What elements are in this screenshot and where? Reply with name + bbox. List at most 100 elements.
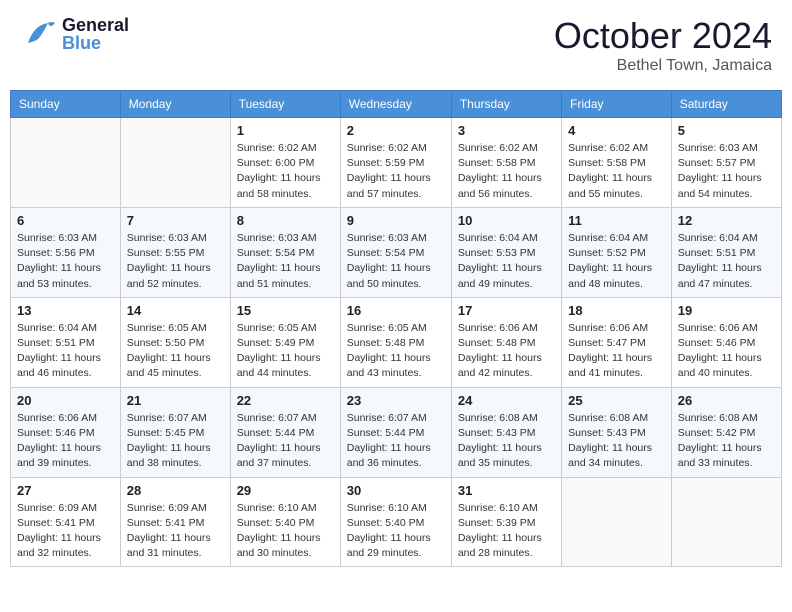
header-cell-saturday: Saturday <box>671 91 781 118</box>
day-info: Sunrise: 6:05 AM Sunset: 5:48 PM Dayligh… <box>347 321 445 382</box>
day-info: Sunrise: 6:02 AM Sunset: 5:58 PM Dayligh… <box>568 141 665 202</box>
calendar-cell: 5Sunrise: 6:03 AM Sunset: 5:57 PM Daylig… <box>671 118 781 208</box>
day-number: 19 <box>678 303 775 318</box>
day-number: 8 <box>237 213 334 228</box>
day-info: Sunrise: 6:02 AM Sunset: 5:58 PM Dayligh… <box>458 141 555 202</box>
calendar-week-2: 6 Sunrise: 6:03 AM Sunset: 5:56 PM Daylig… <box>11 207 782 297</box>
calendar-cell: 3Sunrise: 6:02 AM Sunset: 5:58 PM Daylig… <box>451 118 561 208</box>
calendar-cell: 14 Sunrise: 6:05 AM Sunset: 5:50 PM Dayli… <box>120 297 230 387</box>
calendar-cell: 22 Sunrise: 6:07 AM Sunset: 5:44 PM Dayli… <box>230 387 340 477</box>
calendar-cell: 26 Sunrise: 6:08 AM Sunset: 5:42 PM Dayli… <box>671 387 781 477</box>
calendar-cell <box>11 118 121 208</box>
calendar-cell: 12 Sunrise: 6:04 AM Sunset: 5:51 PM Dayli… <box>671 207 781 297</box>
day-number: 27 <box>17 483 114 498</box>
calendar-cell: 15 Sunrise: 6:05 AM Sunset: 5:49 PM Dayli… <box>230 297 340 387</box>
calendar-cell: 29Sunrise: 6:10 AM Sunset: 5:40 PM Dayli… <box>230 477 340 567</box>
calendar-cell: 10 Sunrise: 6:04 AM Sunset: 5:53 PM Dayli… <box>451 207 561 297</box>
day-number: 4 <box>568 123 665 138</box>
calendar-cell: 30Sunrise: 6:10 AM Sunset: 5:40 PM Dayli… <box>340 477 451 567</box>
day-number: 30 <box>347 483 445 498</box>
calendar-week-3: 13 Sunrise: 6:04 AM Sunset: 5:51 PM Dayli… <box>11 297 782 387</box>
day-info: Sunrise: 6:08 AM Sunset: 5:42 PM Dayligh… <box>678 411 775 472</box>
day-info: Sunrise: 6:06 AM Sunset: 5:46 PM Dayligh… <box>678 321 775 382</box>
day-number: 10 <box>458 213 555 228</box>
day-number: 13 <box>17 303 114 318</box>
calendar-cell: 24Sunrise: 6:08 AM Sunset: 5:43 PM Dayli… <box>451 387 561 477</box>
day-number: 21 <box>127 393 224 408</box>
day-number: 5 <box>678 123 775 138</box>
day-info: Sunrise: 6:03 AM Sunset: 5:55 PM Dayligh… <box>127 231 224 292</box>
calendar-cell: 31 Sunrise: 6:10 AM Sunset: 5:39 PM Dayli… <box>451 477 561 567</box>
calendar-week-5: 27 Sunrise: 6:09 AM Sunset: 5:41 PM Dayli… <box>11 477 782 567</box>
day-info: Sunrise: 6:09 AM Sunset: 5:41 PM Dayligh… <box>17 501 114 562</box>
calendar-cell: 23Sunrise: 6:07 AM Sunset: 5:44 PM Dayli… <box>340 387 451 477</box>
header-row: SundayMondayTuesdayWednesdayThursdayFrid… <box>11 91 782 118</box>
calendar-cell: 11 Sunrise: 6:04 AM Sunset: 5:52 PM Dayli… <box>562 207 672 297</box>
day-number: 24 <box>458 393 555 408</box>
calendar-cell: 4 Sunrise: 6:02 AM Sunset: 5:58 PM Daylig… <box>562 118 672 208</box>
day-info: Sunrise: 6:02 AM Sunset: 6:00 PM Dayligh… <box>237 141 334 202</box>
day-info: Sunrise: 6:05 AM Sunset: 5:50 PM Dayligh… <box>127 321 224 382</box>
day-number: 15 <box>237 303 334 318</box>
header-cell-monday: Monday <box>120 91 230 118</box>
day-info: Sunrise: 6:06 AM Sunset: 5:46 PM Dayligh… <box>17 411 114 472</box>
logo-icon <box>20 15 58 53</box>
calendar-cell <box>120 118 230 208</box>
calendar-cell <box>671 477 781 567</box>
day-info: Sunrise: 6:07 AM Sunset: 5:44 PM Dayligh… <box>237 411 334 472</box>
day-info: Sunrise: 6:03 AM Sunset: 5:54 PM Dayligh… <box>237 231 334 292</box>
day-number: 25 <box>568 393 665 408</box>
day-number: 14 <box>127 303 224 318</box>
calendar-cell: 7 Sunrise: 6:03 AM Sunset: 5:55 PM Daylig… <box>120 207 230 297</box>
day-number: 22 <box>237 393 334 408</box>
day-number: 16 <box>347 303 445 318</box>
day-info: Sunrise: 6:05 AM Sunset: 5:49 PM Dayligh… <box>237 321 334 382</box>
calendar-cell: 17 Sunrise: 6:06 AM Sunset: 5:48 PM Dayli… <box>451 297 561 387</box>
calendar-cell: 18Sunrise: 6:06 AM Sunset: 5:47 PM Dayli… <box>562 297 672 387</box>
day-number: 31 <box>458 483 555 498</box>
calendar-cell: 1 Sunrise: 6:02 AM Sunset: 6:00 PM Daylig… <box>230 118 340 208</box>
calendar-week-4: 20 Sunrise: 6:06 AM Sunset: 5:46 PM Dayli… <box>11 387 782 477</box>
header-cell-thursday: Thursday <box>451 91 561 118</box>
calendar-cell <box>562 477 672 567</box>
calendar-cell: 9Sunrise: 6:03 AM Sunset: 5:54 PM Daylig… <box>340 207 451 297</box>
header-cell-tuesday: Tuesday <box>230 91 340 118</box>
day-info: Sunrise: 6:04 AM Sunset: 5:51 PM Dayligh… <box>17 321 114 382</box>
day-info: Sunrise: 6:06 AM Sunset: 5:47 PM Dayligh… <box>568 321 665 382</box>
day-info: Sunrise: 6:04 AM Sunset: 5:52 PM Dayligh… <box>568 231 665 292</box>
day-number: 28 <box>127 483 224 498</box>
day-info: Sunrise: 6:07 AM Sunset: 5:44 PM Dayligh… <box>347 411 445 472</box>
day-number: 1 <box>237 123 334 138</box>
calendar-cell: 13 Sunrise: 6:04 AM Sunset: 5:51 PM Dayli… <box>11 297 121 387</box>
logo-text: General Blue <box>62 16 129 52</box>
location: Bethel Town, Jamaica <box>554 57 772 75</box>
calendar-cell: 8 Sunrise: 6:03 AM Sunset: 5:54 PM Daylig… <box>230 207 340 297</box>
day-number: 12 <box>678 213 775 228</box>
calendar-cell: 19 Sunrise: 6:06 AM Sunset: 5:46 PM Dayli… <box>671 297 781 387</box>
calendar-cell: 6 Sunrise: 6:03 AM Sunset: 5:56 PM Daylig… <box>11 207 121 297</box>
day-number: 9 <box>347 213 445 228</box>
day-info: Sunrise: 6:10 AM Sunset: 5:39 PM Dayligh… <box>458 501 555 562</box>
day-info: Sunrise: 6:08 AM Sunset: 5:43 PM Dayligh… <box>568 411 665 472</box>
day-number: 17 <box>458 303 555 318</box>
header-cell-friday: Friday <box>562 91 672 118</box>
day-number: 6 <box>17 213 114 228</box>
month-title: October 2024 <box>554 15 772 57</box>
day-number: 20 <box>17 393 114 408</box>
day-info: Sunrise: 6:04 AM Sunset: 5:51 PM Dayligh… <box>678 231 775 292</box>
day-info: Sunrise: 6:04 AM Sunset: 5:53 PM Dayligh… <box>458 231 555 292</box>
logo: General Blue <box>20 15 129 53</box>
title-block: October 2024 Bethel Town, Jamaica <box>554 15 772 75</box>
day-number: 11 <box>568 213 665 228</box>
calendar-cell: 20 Sunrise: 6:06 AM Sunset: 5:46 PM Dayli… <box>11 387 121 477</box>
day-info: Sunrise: 6:06 AM Sunset: 5:48 PM Dayligh… <box>458 321 555 382</box>
calendar-week-1: 1 Sunrise: 6:02 AM Sunset: 6:00 PM Daylig… <box>11 118 782 208</box>
day-number: 2 <box>347 123 445 138</box>
calendar-cell: 27 Sunrise: 6:09 AM Sunset: 5:41 PM Dayli… <box>11 477 121 567</box>
day-number: 7 <box>127 213 224 228</box>
header-cell-wednesday: Wednesday <box>340 91 451 118</box>
day-info: Sunrise: 6:02 AM Sunset: 5:59 PM Dayligh… <box>347 141 445 202</box>
day-number: 26 <box>678 393 775 408</box>
day-info: Sunrise: 6:03 AM Sunset: 5:56 PM Dayligh… <box>17 231 114 292</box>
calendar-cell: 21Sunrise: 6:07 AM Sunset: 5:45 PM Dayli… <box>120 387 230 477</box>
